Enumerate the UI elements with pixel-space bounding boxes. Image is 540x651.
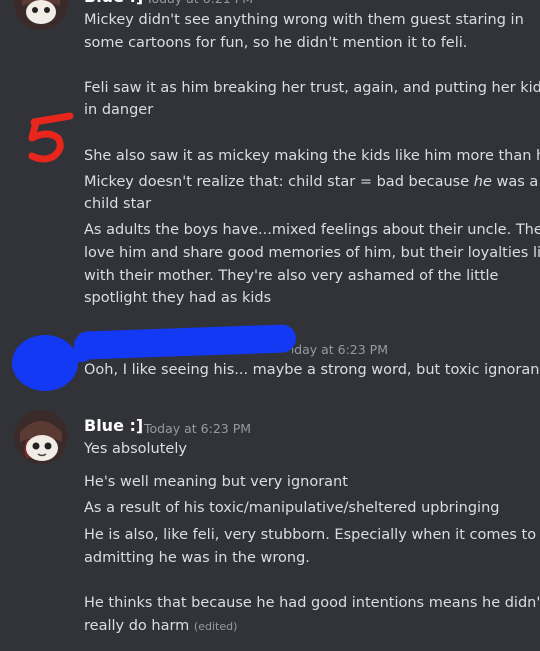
message-line: She also saw it as mickey making the kid… <box>84 148 540 164</box>
message-line: As adults the boys have...mixed feelings… <box>84 222 540 238</box>
italic-line-before: Mickey doesn't realize that: child star … <box>84 174 474 190</box>
message-username[interactable]: Blue :] <box>84 415 143 437</box>
edited-label: (edited) <box>193 620 238 633</box>
message-line: admitting he was in the wrong. <box>84 550 310 566</box>
avatar-blue-top[interactable] <box>14 0 68 30</box>
message-timestamp[interactable]: Today at 6:23 PM <box>292 339 388 361</box>
italic-line-after: was a <box>491 174 539 190</box>
message-line: with their mother. They're also very ash… <box>84 268 499 284</box>
italic-word: he <box>473 174 492 190</box>
message-line: He is also, like feli, very stubborn. Es… <box>84 527 537 543</box>
message-line: some cartoons for fun, so he didn't ment… <box>84 35 468 51</box>
avatar-face-icon <box>14 410 68 464</box>
message-line-last: really do harm (edited) <box>84 615 237 638</box>
message-line: He thinks that because he had good inten… <box>84 595 540 611</box>
redacted-avatar <box>12 335 78 391</box>
message-line: love him and share good memories of him,… <box>84 245 540 261</box>
red-handwritten-number-5 <box>28 112 74 163</box>
message-line-with-italic: Mickey doesn't realize that: child star … <box>84 171 538 193</box>
message-line: Yes absolutely <box>84 441 187 457</box>
message-timestamp[interactable]: Today at 6:23 PM <box>144 418 251 440</box>
avatar-face-icon <box>14 0 68 30</box>
redacted-username <box>73 324 297 360</box>
message-line: child star <box>84 196 152 212</box>
message-line-text: really do harm <box>84 618 190 634</box>
message-username[interactable]: Blue :] <box>84 0 143 8</box>
message-line: Ooh, I like seeing his... maybe a strong… <box>84 362 540 378</box>
message-line: He's well meaning but very ignorant <box>84 474 348 490</box>
message-line: Feli saw it as him breaking her trust, a… <box>84 80 540 96</box>
message-line: spotlight they had as kids <box>84 290 272 306</box>
message-line: in danger <box>84 102 154 118</box>
message-line: Mickey didn't see anything wrong with th… <box>84 12 524 28</box>
message-line: As a result of his toxic/manipulative/sh… <box>84 500 500 516</box>
avatar-blue[interactable] <box>14 410 68 464</box>
